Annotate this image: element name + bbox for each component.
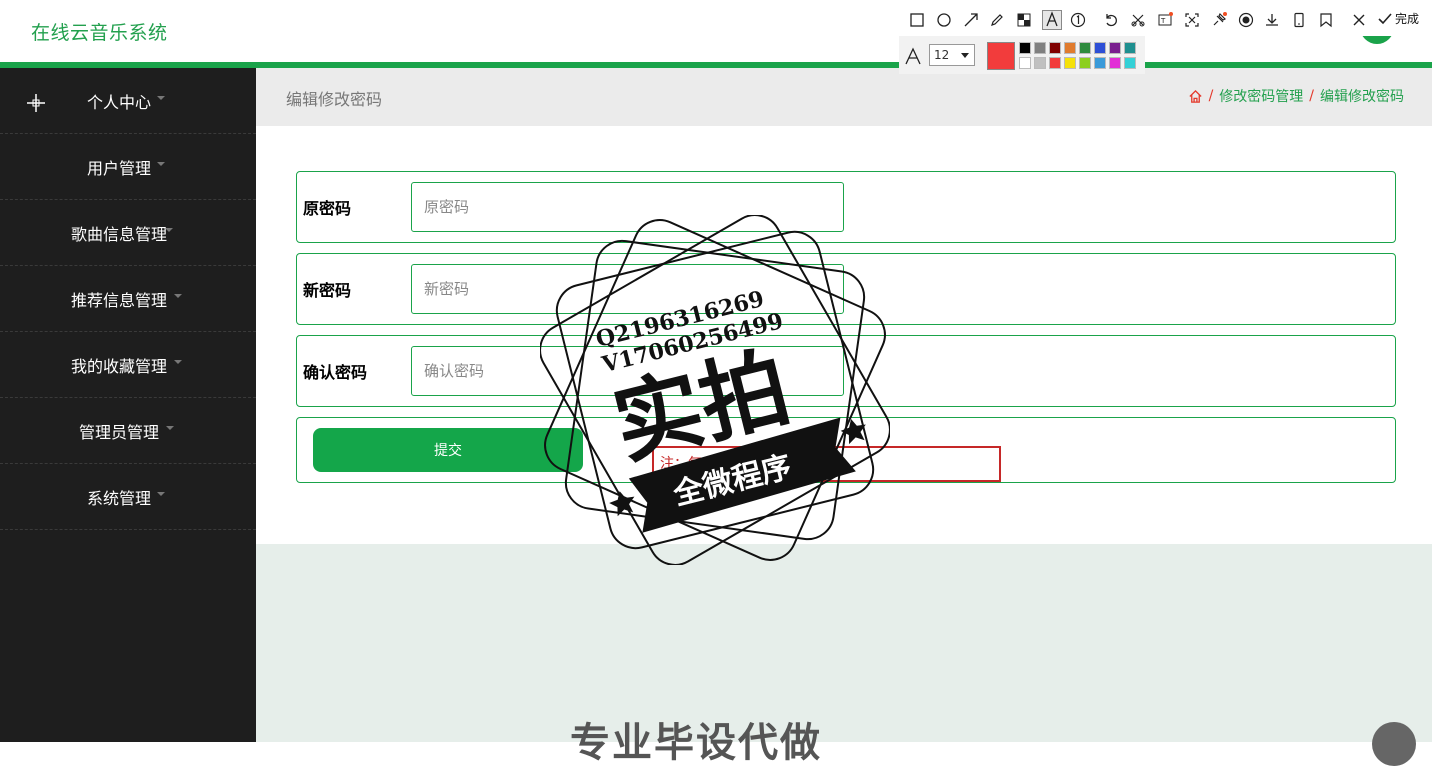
submit-row: 提交 注：每个账号的账号和密码 [296, 417, 1396, 483]
chevron-down-icon [174, 294, 182, 298]
sidebar-item-favorites[interactable]: 我的收藏管理 [0, 332, 256, 398]
color-swatch[interactable] [1019, 57, 1031, 69]
ocr-icon[interactable]: T [1157, 12, 1173, 28]
download-icon[interactable] [1264, 12, 1280, 28]
color-swatch[interactable] [1079, 42, 1091, 54]
color-swatch[interactable] [1109, 42, 1121, 54]
color-swatch[interactable] [1034, 57, 1046, 69]
mosaic-tool-icon[interactable] [1016, 12, 1032, 28]
chevron-down-icon [157, 492, 165, 496]
page-title: 编辑修改密码 [286, 90, 383, 109]
sidebar-item-label: 歌曲信息管理 [70, 224, 167, 244]
arrow-tool-icon[interactable] [963, 12, 979, 28]
phone-save-icon[interactable] [1291, 12, 1307, 28]
breadcrumb-separator: / [1309, 88, 1314, 104]
annotation-style-bar: 12 [899, 36, 1145, 74]
confirm-password-label: 确认密码 [303, 363, 368, 382]
breadcrumb: / 修改密码管理 / 编辑修改密码 [1188, 86, 1404, 106]
color-swatch[interactable] [1034, 42, 1046, 54]
color-swatch[interactable] [1079, 57, 1091, 69]
confirm-password-row: 确认密码 [296, 335, 1396, 407]
check-icon [1378, 12, 1392, 24]
breadcrumb-link-password-mgmt[interactable]: 修改密码管理 [1219, 86, 1303, 106]
undo-icon[interactable] [1103, 12, 1119, 28]
footer-banner: 专业毕设代做 [256, 544, 1432, 766]
sidebar-item-label: 系统管理 [86, 488, 151, 508]
ellipse-tool-icon[interactable] [936, 12, 952, 28]
confirm-password-input[interactable] [411, 346, 844, 396]
color-swatch[interactable] [1109, 57, 1121, 69]
home-icon[interactable] [1188, 89, 1203, 104]
number-marker-icon[interactable] [1070, 12, 1086, 28]
sidebar-item-admins[interactable]: 管理员管理 [0, 398, 256, 464]
svg-text:T: T [1160, 17, 1166, 25]
sidebar-item-label: 推荐信息管理 [70, 290, 167, 310]
font-size-icon [905, 47, 921, 65]
breadcrumb-current: 编辑修改密码 [1320, 89, 1404, 105]
sidebar-item-label: 我的收藏管理 [70, 356, 167, 376]
sidebar-item-label: 管理员管理 [78, 422, 159, 442]
color-swatch[interactable] [1124, 57, 1136, 69]
color-swatch[interactable] [1049, 42, 1061, 54]
new-password-label: 新密码 [303, 281, 352, 300]
fullscreen-capture-icon[interactable] [1184, 12, 1200, 28]
sidebar-item-songs[interactable]: 歌曲信息管理 [0, 200, 256, 266]
annotation-text-box[interactable]: 注：每个账号的账号和密码 [652, 446, 1001, 482]
promo-text: 专业毕设代做 [570, 720, 822, 766]
record-icon[interactable] [1238, 12, 1254, 28]
annotation-toolbar: T 完成 [899, 4, 1432, 36]
bookmark-icon[interactable] [1318, 12, 1334, 28]
old-password-label: 原密码 [303, 199, 352, 218]
sidebar-item-recommend[interactable]: 推荐信息管理 [0, 266, 256, 332]
rectangle-tool-icon[interactable] [909, 12, 925, 28]
sidebar-item-label: 用户管理 [86, 158, 151, 178]
color-swatch[interactable] [1049, 57, 1061, 69]
text-tool-icon[interactable] [1042, 10, 1062, 30]
sidebar-item-users[interactable]: 用户管理 [0, 134, 256, 200]
color-swatch[interactable] [1064, 42, 1076, 54]
chevron-down-icon [961, 53, 969, 58]
color-swatch[interactable] [1019, 42, 1031, 54]
close-icon[interactable] [1351, 12, 1367, 28]
sidebar-item-system[interactable]: 系统管理 [0, 464, 256, 530]
color-swatch[interactable] [1064, 57, 1076, 69]
password-form: 原密码 新密码 确认密码 提交 注：每个账号的账号和密码 [256, 126, 1432, 544]
breadcrumb-bar: 编辑修改密码 / 修改密码管理 / 编辑修改密码 [256, 68, 1432, 126]
submit-button[interactable]: 提交 [313, 428, 583, 472]
new-password-input[interactable] [411, 264, 844, 314]
font-size-value: 12 [934, 48, 950, 62]
eraser-icon[interactable] [1130, 12, 1146, 28]
chevron-down-icon [165, 228, 173, 232]
new-password-row: 新密码 [296, 253, 1396, 325]
chevron-down-icon [157, 96, 165, 100]
old-password-input[interactable] [411, 182, 844, 232]
pencil-tool-icon[interactable] [989, 12, 1005, 28]
old-password-row: 原密码 [296, 171, 1396, 243]
chevron-down-icon [157, 162, 165, 166]
chevron-down-icon [174, 360, 182, 364]
pin-icon[interactable] [1211, 12, 1227, 28]
chevron-down-icon [166, 426, 174, 430]
app-title: 在线云音乐系统 [31, 22, 168, 44]
sidebar: 个人中心 用户管理 歌曲信息管理 推荐信息管理 我的收藏管理 管理员管理 系统管… [0, 68, 256, 742]
done-label: 完成 [1395, 12, 1420, 26]
breadcrumb-separator: / [1208, 88, 1214, 104]
color-swatch[interactable] [1124, 42, 1136, 54]
back-to-top-button[interactable] [1372, 722, 1416, 766]
done-button[interactable]: 完成 [1377, 10, 1419, 27]
current-color-swatch[interactable] [987, 42, 1015, 70]
font-size-select[interactable]: 12 [929, 44, 975, 66]
crosshair-cursor-icon [27, 94, 45, 112]
color-swatch[interactable] [1094, 42, 1106, 54]
color-swatch[interactable] [1094, 57, 1106, 69]
